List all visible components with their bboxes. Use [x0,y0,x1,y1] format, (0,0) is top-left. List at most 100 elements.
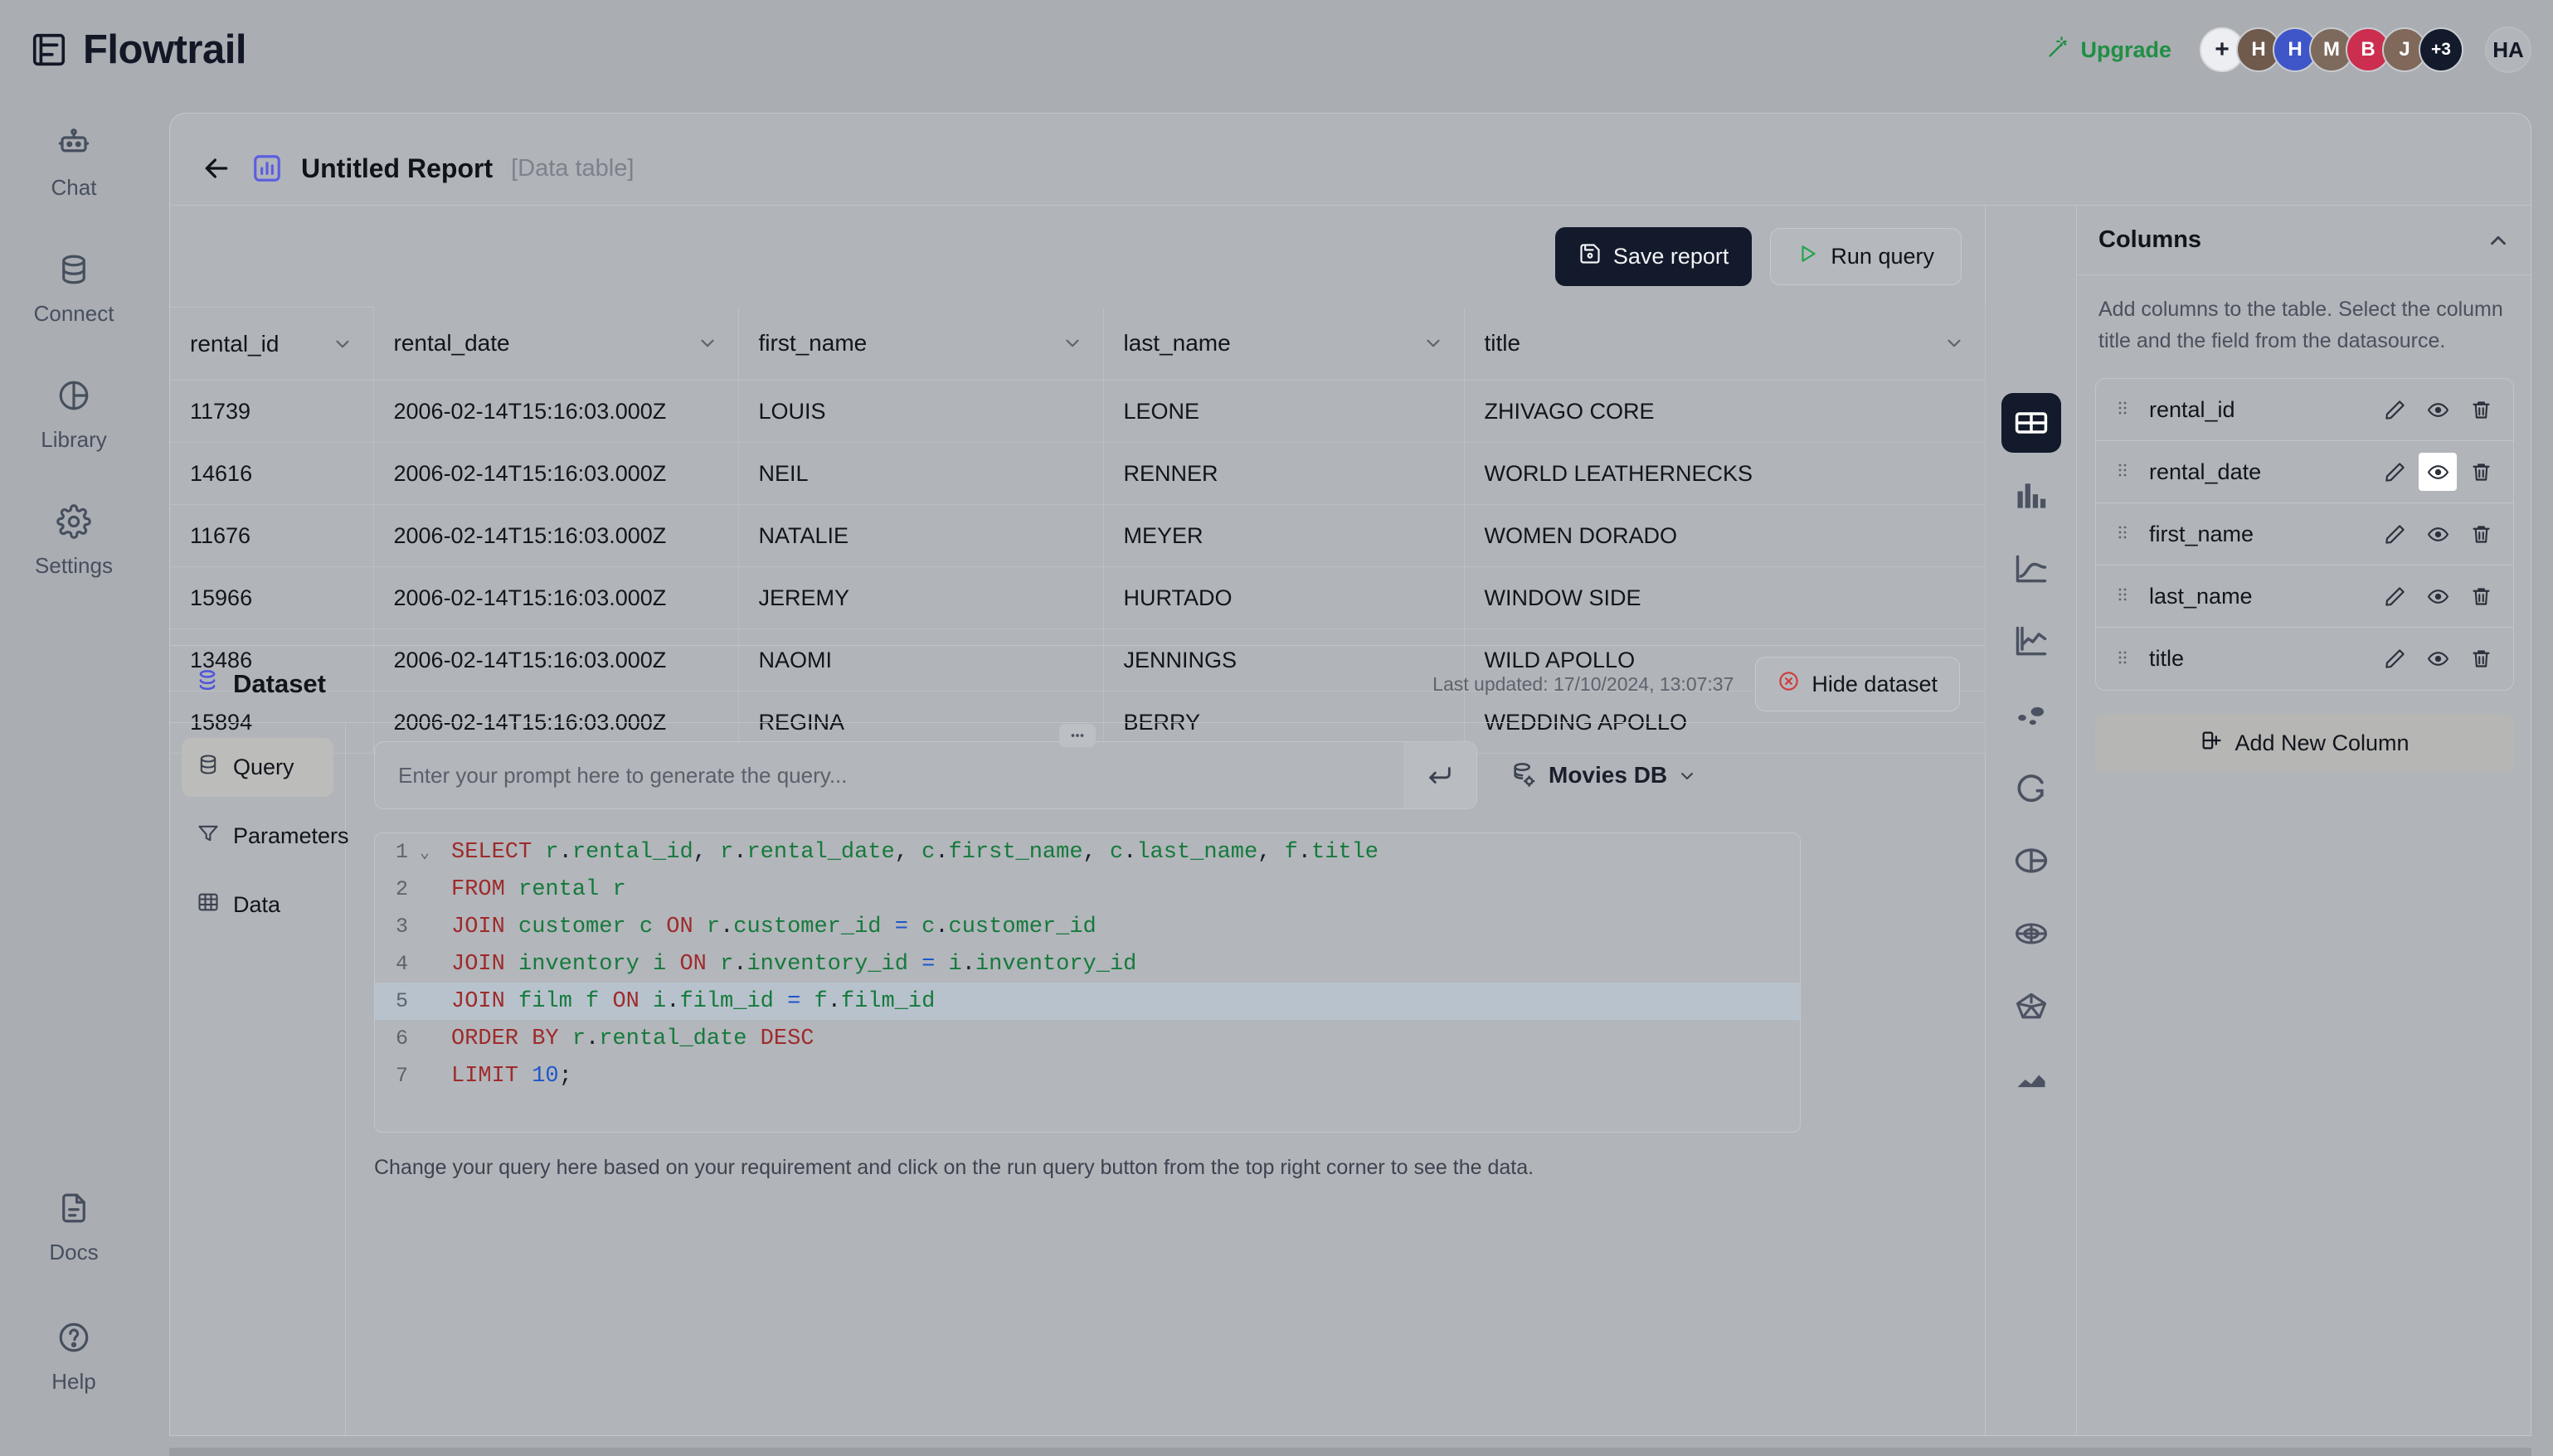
pencil-icon[interactable] [2376,453,2414,491]
chevron-down-icon[interactable] [1422,332,1444,354]
table-row[interactable]: 14616 2006-02-14T15:16:03.000Z NEIL RENNER W… [170,442,1986,505]
pencil-icon[interactable] [2376,391,2414,429]
pencil-icon[interactable] [2376,640,2414,678]
eye-icon[interactable] [2419,515,2457,553]
sidebar-item-help[interactable]: Help [0,1305,148,1410]
sql-editor[interactable]: 1 ⌄ SELECT r.rental_id, r.rental_date, c.f… [374,832,1801,1133]
editor-line[interactable]: 1 ⌄ SELECT r.rental_id, r.rental_date, c.f… [375,833,1800,871]
chevron-up-icon[interactable] [2486,228,2511,253]
pencil-icon[interactable] [2376,577,2414,615]
column-list-item[interactable]: rental_id [2096,379,2513,441]
column-list-item[interactable]: first_name [2096,503,2513,565]
radar-chart-icon[interactable] [2001,904,2061,963]
eye-icon[interactable] [2419,391,2457,429]
editor-line[interactable]: 5 JOIN film f ON i.film_id = f.film_id [375,983,1800,1020]
upgrade-button[interactable]: Upgrade [2047,36,2171,65]
horizontal-scrollbar[interactable] [169,1448,2531,1456]
pencil-icon[interactable] [2376,515,2414,553]
trash-icon[interactable] [2462,640,2500,678]
sidebar-item-settings[interactable]: Settings [0,489,148,594]
save-report-label: Save report [1612,243,1729,269]
enter-return-icon[interactable] [1403,742,1476,808]
chevron-down-icon[interactable] [1943,332,1965,354]
sidebar-item-docs[interactable]: Docs [0,1176,148,1280]
drag-handle-icon[interactable] [2113,522,2132,546]
scatter-plot-icon[interactable] [2001,685,2061,745]
current-user-avatar[interactable]: HA [2485,27,2531,73]
bar-chart-icon[interactable] [2001,466,2061,526]
column-list-item[interactable]: last_name [2096,565,2513,628]
brand[interactable]: Flowtrail [30,27,246,73]
brand-name: Flowtrail [83,27,246,72]
table-column-header[interactable]: first_name [738,307,1104,381]
dataset-body: Query Parameters Data Enter your prompt … [170,722,1985,1435]
donut-chart-icon[interactable] [2001,758,2061,818]
datasource-selector[interactable]: Movies DB [1510,761,1697,789]
panel-resize-handle[interactable] [1059,724,1096,747]
robot-icon [56,126,91,167]
eye-icon[interactable] [2419,577,2457,615]
table-row[interactable]: 11676 2006-02-14T15:16:03.000Z NATALIE MEYE… [170,504,1986,567]
pie-chart-icon[interactable] [2001,831,2061,891]
table-column-header[interactable]: rental_date [373,307,739,381]
tab-data[interactable]: Data [182,876,333,934]
table-cell: 2006-02-14T15:16:03.000Z [373,380,739,443]
editor-line[interactable]: 3 JOIN customer c ON r.customer_id = c.cu… [375,908,1800,945]
column-name: rental_id [2149,396,2235,422]
table-row[interactable]: 15966 2006-02-14T15:16:03.000Z JEREMY HURTA… [170,566,1986,629]
table-column-header[interactable]: last_name [1103,307,1465,381]
drag-handle-icon[interactable] [2113,648,2132,671]
table-row[interactable]: 11739 2006-02-14T15:16:03.000Z LOUIS LEONE Z… [170,380,1986,443]
column-name: title [2149,646,2185,671]
eye-icon[interactable] [2419,640,2457,678]
dataset-meta: Last updated: 17/10/2024, 13:07:37 Hide … [1432,657,1960,711]
add-new-column-button[interactable]: Add New Column [2095,714,2514,772]
area-line-chart-icon[interactable] [2001,612,2061,672]
avatar-overflow-badge[interactable]: +3 [2419,27,2463,72]
drag-handle-icon[interactable] [2113,585,2132,608]
hide-dataset-button[interactable]: Hide dataset [1755,657,1960,711]
table-column-header[interactable]: title [1464,307,1986,381]
trash-icon[interactable] [2462,515,2500,553]
app-root: Flowtrail Upgrade + H H M B J +3 HA Chat… [0,0,2553,1456]
column-list-item[interactable]: rental_date [2096,441,2513,503]
editor-line[interactable]: 4 JOIN inventory i ON r.inventory_id = i.… [375,945,1800,983]
data-table-icon[interactable] [2001,393,2061,453]
prompt-box[interactable] [374,741,1477,809]
polygon-chart-icon[interactable] [2001,977,2061,1036]
editor-line[interactable]: 2 FROM rental r [375,871,1800,908]
sidebar-item-chat[interactable]: Chat [0,111,148,216]
drag-handle-icon[interactable] [2113,398,2132,421]
area-chart-icon[interactable] [2001,1050,2061,1109]
trash-icon[interactable] [2462,453,2500,491]
eye-icon[interactable] [2419,453,2457,491]
table-column-header[interactable]: rental_id [170,307,374,381]
trash-icon[interactable] [2462,577,2500,615]
trash-icon[interactable] [2462,391,2500,429]
tab-query[interactable]: Query [182,738,333,797]
save-report-button[interactable]: Save report [1554,226,1753,286]
chevron-down-icon[interactable] [1677,765,1697,785]
add-new-column-label: Add New Column [2234,730,2410,755]
dataset-title-label: Dataset [233,669,326,698]
prompt-input[interactable] [398,762,1403,789]
editor-line[interactable]: 6 ORDER BY r.rental_date DESC [375,1020,1800,1057]
column-list-item[interactable]: title [2096,628,2513,690]
editor-fold-icon[interactable]: ⌄ [420,842,440,863]
hide-dataset-label: Hide dataset [1811,671,1938,696]
arrow-left-icon[interactable] [200,152,233,185]
table-cell: ZHIVAGO CORE [1464,380,1986,443]
sidebar-item-library[interactable]: Library [0,363,148,468]
editor-line[interactable]: 7 LIMIT 10; [375,1057,1800,1094]
editor-line-number: 7 [395,1064,408,1088]
line-chart-icon[interactable] [2001,539,2061,599]
visualization-type-rail [1985,205,2076,1435]
table-cell: HURTADO [1103,566,1465,629]
drag-handle-icon[interactable] [2113,460,2132,483]
tab-parameters[interactable]: Parameters [182,807,349,866]
chevron-down-icon[interactable] [1062,332,1083,354]
chevron-down-icon[interactable] [332,333,353,355]
sidebar-item-connect[interactable]: Connect [0,237,148,342]
run-query-button[interactable]: Run query [1770,227,1962,285]
chevron-down-icon[interactable] [697,332,718,354]
